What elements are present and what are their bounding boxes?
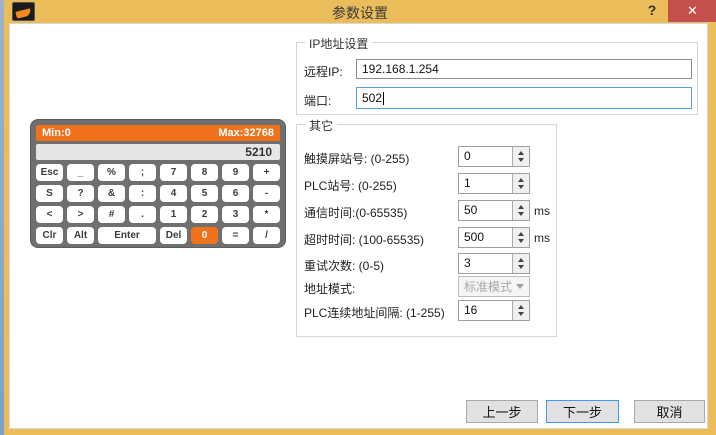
- timeout-value: 500: [459, 228, 512, 247]
- spin-up-icon: [518, 205, 524, 209]
- key-alt[interactable]: Alt: [67, 227, 94, 244]
- spin-up-icon: [518, 232, 524, 236]
- key-esc[interactable]: Esc: [36, 164, 63, 181]
- keypad-display: 5210: [36, 144, 280, 160]
- spin-up-icon: [518, 151, 524, 155]
- spin-down-icon: [518, 312, 524, 316]
- address-mode-dropdown[interactable]: 标准模式: [458, 276, 530, 297]
- key-7[interactable]: 7: [160, 164, 187, 181]
- port-label: 端口:: [304, 92, 331, 109]
- touch-panel-station-value: 0: [459, 147, 512, 166]
- help-button[interactable]: ?: [642, 2, 662, 21]
- titlebar[interactable]: 参数设置 ? ✕: [4, 0, 716, 23]
- previous-step-button[interactable]: 上一步: [466, 400, 538, 423]
- retry-count-label: 重试次数: (0-5): [304, 257, 384, 274]
- key-hash[interactable]: #: [98, 206, 125, 223]
- timeout-spinner[interactable]: 500: [458, 227, 530, 248]
- plc-address-interval-label: PLC连续地址间隔: (1-255): [304, 304, 445, 321]
- remote-ip-input[interactable]: 192.168.1.254: [356, 59, 692, 79]
- spinner-buttons[interactable]: [512, 174, 529, 193]
- key-0[interactable]: 0: [191, 227, 218, 244]
- timeout-label: 超时时间: (100-65535): [304, 231, 424, 248]
- keypad-range-bar: Min:0 Max:32768: [36, 125, 280, 141]
- window-title: 参数设置: [4, 3, 716, 23]
- key-percent[interactable]: %: [98, 164, 125, 181]
- key-4[interactable]: 4: [160, 185, 187, 202]
- key-enter[interactable]: Enter: [98, 227, 156, 244]
- spin-down-icon: [518, 212, 524, 216]
- key-8[interactable]: 8: [191, 164, 218, 181]
- spinner-buttons[interactable]: [512, 254, 529, 273]
- comm-time-label: 通信时间:(0-65535): [304, 204, 407, 221]
- plc-address-interval-value: 16: [459, 301, 512, 320]
- spinner-buttons[interactable]: [512, 201, 529, 220]
- keypad-max-label: Max:32768: [218, 127, 274, 139]
- spin-down-icon: [518, 158, 524, 162]
- close-button[interactable]: ✕: [668, 0, 716, 22]
- retry-count-spinner[interactable]: 3: [458, 253, 530, 274]
- spin-down-icon: [518, 265, 524, 269]
- plc-station-label: PLC站号: (0-255): [304, 177, 397, 194]
- numeric-keypad: Min:0 Max:32768 5210 Esc _ % ; 7 8 9 + S…: [30, 119, 286, 248]
- key-s[interactable]: S: [36, 185, 63, 202]
- text-cursor: [383, 92, 384, 105]
- plc-station-value: 1: [459, 174, 512, 193]
- close-icon: ✕: [687, 3, 698, 19]
- key-semicolon[interactable]: ;: [129, 164, 156, 181]
- key-del[interactable]: Del: [160, 227, 187, 244]
- key-5[interactable]: 5: [191, 185, 218, 202]
- retry-count-value: 3: [459, 254, 512, 273]
- timeout-unit: ms: [534, 231, 550, 245]
- key-question[interactable]: ?: [67, 185, 94, 202]
- key-1[interactable]: 1: [160, 206, 187, 223]
- ip-settings-group-title: IP地址设置: [305, 35, 372, 52]
- address-mode-label: 地址模式:: [304, 280, 355, 297]
- key-underscore[interactable]: _: [67, 164, 94, 181]
- touch-panel-station-spinner[interactable]: 0: [458, 146, 530, 167]
- spin-up-icon: [518, 305, 524, 309]
- keypad-min-label: Min:0: [42, 127, 71, 139]
- plc-address-interval-spinner[interactable]: 16: [458, 300, 530, 321]
- comm-time-unit: ms: [534, 204, 550, 218]
- key-9[interactable]: 9: [222, 164, 249, 181]
- cancel-button[interactable]: 取消: [634, 400, 705, 423]
- port-value: 502: [362, 91, 382, 105]
- key-6[interactable]: 6: [222, 185, 249, 202]
- address-mode-value: 标准模式: [464, 278, 516, 295]
- spin-up-icon: [518, 178, 524, 182]
- key-3[interactable]: 3: [222, 206, 249, 223]
- parameter-settings-dialog: 参数设置 ? ✕ Min:0 Max:32768 5210 Esc _ % ; …: [0, 0, 716, 435]
- key-minus[interactable]: -: [253, 185, 280, 202]
- key-asterisk[interactable]: *: [253, 206, 280, 223]
- spinner-buttons[interactable]: [512, 147, 529, 166]
- port-input[interactable]: 502: [356, 87, 692, 109]
- chevron-down-icon: [516, 284, 524, 289]
- spin-up-icon: [518, 258, 524, 262]
- spin-down-icon: [518, 239, 524, 243]
- other-settings-group-title: 其它: [305, 117, 337, 134]
- remote-ip-value: 192.168.1.254: [362, 62, 439, 76]
- key-dot[interactable]: .: [129, 206, 156, 223]
- key-less-than[interactable]: <: [36, 206, 63, 223]
- key-slash[interactable]: /: [253, 227, 280, 244]
- key-clr[interactable]: Clr: [36, 227, 63, 244]
- spinner-buttons[interactable]: [512, 301, 529, 320]
- remote-ip-label: 远程IP:: [304, 63, 343, 80]
- touch-panel-station-label: 触摸屏站号: (0-255): [304, 150, 409, 167]
- plc-station-spinner[interactable]: 1: [458, 173, 530, 194]
- key-colon[interactable]: :: [129, 185, 156, 202]
- comm-time-value: 50: [459, 201, 512, 220]
- spinner-buttons[interactable]: [512, 228, 529, 247]
- key-ampersand[interactable]: &: [98, 185, 125, 202]
- background-window-edge: [0, 0, 4, 435]
- keypad-keys: Esc _ % ; 7 8 9 + S ? & : 4 5 6 - < > # …: [36, 164, 280, 244]
- spin-down-icon: [518, 185, 524, 189]
- next-step-button[interactable]: 下一步: [546, 400, 619, 423]
- comm-time-spinner[interactable]: 50: [458, 200, 530, 221]
- key-plus[interactable]: +: [253, 164, 280, 181]
- key-greater-than[interactable]: >: [67, 206, 94, 223]
- key-2[interactable]: 2: [191, 206, 218, 223]
- key-equals[interactable]: =: [222, 227, 249, 244]
